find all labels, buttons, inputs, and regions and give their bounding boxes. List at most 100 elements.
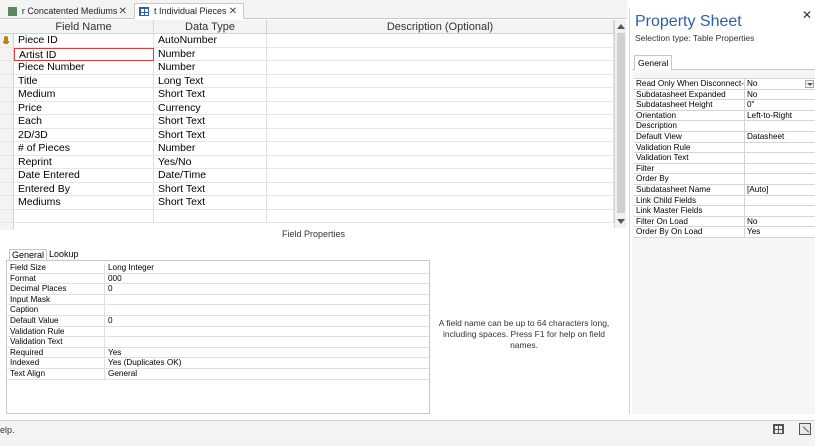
property-value[interactable]: 000 xyxy=(105,274,427,285)
property-row[interactable]: Validation Rule xyxy=(634,142,815,154)
scroll-down-icon[interactable] xyxy=(617,219,625,224)
data-type-cell[interactable]: Number xyxy=(154,61,267,75)
property-value[interactable]: Datasheet xyxy=(745,132,815,143)
row-selector[interactable] xyxy=(0,102,14,116)
property-value[interactable]: No xyxy=(745,217,815,228)
field-name-cell[interactable]: Mediums xyxy=(14,196,154,210)
field-name-cell[interactable] xyxy=(14,209,154,223)
field-property-row[interactable]: Decimal Places 0 xyxy=(7,284,429,295)
data-type-cell[interactable]: Short Text xyxy=(154,182,267,196)
property-row[interactable]: Default View Datasheet xyxy=(634,131,815,143)
field-property-row[interactable]: Validation Rule xyxy=(7,326,429,338)
property-row[interactable]: Description xyxy=(634,121,815,132)
data-type-cell[interactable]: Short Text xyxy=(154,88,267,102)
table-row[interactable]: Title Long Text xyxy=(0,74,614,89)
property-value[interactable] xyxy=(745,196,815,207)
property-value[interactable] xyxy=(745,153,815,164)
field-property-row[interactable]: Validation Text xyxy=(7,337,429,348)
field-property-row[interactable]: Caption xyxy=(7,305,429,316)
table-row[interactable]: Date Entered Date/Time xyxy=(0,169,614,183)
data-type-cell[interactable]: Short Text xyxy=(154,196,267,210)
field-name-cell[interactable]: # of Pieces xyxy=(14,142,154,156)
data-type-cell[interactable]: Short Text xyxy=(154,115,267,129)
description-cell[interactable] xyxy=(267,47,614,61)
table-row[interactable]: Piece Number Number xyxy=(0,61,614,75)
property-value[interactable] xyxy=(745,121,815,132)
row-selector[interactable] xyxy=(0,183,14,197)
field-property-row[interactable]: Required Yes xyxy=(7,347,429,359)
row-selector[interactable] xyxy=(0,75,14,89)
description-cell[interactable] xyxy=(267,74,614,88)
description-cell[interactable] xyxy=(267,101,614,115)
data-type-cell[interactable]: AutoNumber xyxy=(154,34,267,48)
field-name-cell[interactable]: Each xyxy=(14,115,154,129)
description-cell[interactable] xyxy=(267,196,614,210)
chevron-down-icon[interactable] xyxy=(805,80,814,88)
data-type-cell[interactable]: Long Text xyxy=(154,74,267,88)
field-name-cell[interactable]: Date Entered xyxy=(14,169,154,183)
table-row[interactable]: # of Pieces Number xyxy=(0,142,614,156)
description-cell[interactable] xyxy=(267,88,614,102)
property-row[interactable]: Link Child Fields xyxy=(634,195,815,207)
field-name-cell[interactable]: Entered By xyxy=(14,182,154,196)
row-selector[interactable] xyxy=(0,48,14,62)
property-row[interactable]: Read Only When Disconnect- No xyxy=(634,79,815,90)
property-row[interactable]: Validation Text xyxy=(634,153,815,164)
property-value[interactable]: Left-to-Right xyxy=(745,111,815,122)
tab-concatented-mediums[interactable]: r Concatented Mediums ✕ xyxy=(4,3,132,19)
property-row[interactable]: Filter xyxy=(634,163,815,175)
property-row[interactable]: Filter On Load No xyxy=(634,216,815,228)
description-cell[interactable] xyxy=(267,61,614,75)
field-property-row[interactable]: Input Mask xyxy=(7,294,429,306)
property-value[interactable]: General xyxy=(105,369,427,380)
scroll-up-icon[interactable] xyxy=(617,24,625,29)
property-value[interactable] xyxy=(105,337,427,348)
property-value[interactable] xyxy=(105,295,427,306)
table-row[interactable]: Artist ID Number xyxy=(0,47,614,62)
row-selector[interactable] xyxy=(0,88,14,102)
property-row[interactable]: Subdatasheet Expanded No xyxy=(634,89,815,101)
row-selector[interactable] xyxy=(0,156,14,170)
row-selector[interactable] xyxy=(0,115,14,129)
grid-scrollbar[interactable] xyxy=(614,20,626,228)
description-cell[interactable] xyxy=(267,169,614,183)
field-name-cell[interactable]: Piece ID xyxy=(14,34,154,48)
scroll-thumb[interactable] xyxy=(617,33,625,213)
tab-general[interactable]: General xyxy=(634,55,673,71)
close-icon[interactable]: ✕ xyxy=(227,6,239,17)
data-type-cell[interactable]: Yes/No xyxy=(154,155,267,169)
property-value[interactable]: Yes xyxy=(745,227,815,238)
description-cell[interactable] xyxy=(267,115,614,129)
property-value[interactable] xyxy=(745,174,815,185)
property-value[interactable]: 0 xyxy=(105,284,427,295)
table-row[interactable] xyxy=(0,209,614,224)
field-property-row[interactable]: Format 000 xyxy=(7,273,429,285)
property-row[interactable]: Orientation Left-to-Right xyxy=(634,110,815,122)
property-row[interactable]: Order By xyxy=(634,174,815,185)
table-row[interactable]: Price Currency xyxy=(0,101,614,116)
property-value[interactable]: No xyxy=(745,90,815,101)
property-row[interactable]: Subdatasheet Height 0" xyxy=(634,100,815,111)
property-value[interactable] xyxy=(745,206,815,217)
property-value[interactable]: Long Integer xyxy=(105,263,427,274)
table-row[interactable]: Reprint Yes/No xyxy=(0,155,614,170)
tab-individual-pieces[interactable]: t Individual Pieces ✕ xyxy=(134,3,244,19)
property-value[interactable] xyxy=(745,143,815,154)
data-type-cell[interactable]: Number xyxy=(154,47,267,61)
property-row[interactable]: Subdatasheet Name [Auto] xyxy=(634,184,815,196)
field-name-cell[interactable]: Piece Number xyxy=(14,61,154,75)
field-property-row[interactable]: Text Align General xyxy=(7,368,429,380)
property-value[interactable] xyxy=(105,327,427,338)
design-view-icon[interactable] xyxy=(799,423,811,435)
close-icon[interactable]: ✕ xyxy=(117,6,128,17)
row-selector[interactable] xyxy=(0,210,14,224)
field-name-cell[interactable]: Reprint xyxy=(14,155,154,169)
description-cell[interactable] xyxy=(267,142,614,156)
field-name-cell[interactable]: Medium xyxy=(14,88,154,102)
table-row[interactable]: Medium Short Text xyxy=(0,88,614,102)
description-cell[interactable] xyxy=(267,182,614,196)
table-row[interactable]: Mediums Short Text xyxy=(0,196,614,210)
table-row[interactable]: Piece ID AutoNumber xyxy=(0,34,614,48)
property-row[interactable]: Order By On Load Yes xyxy=(634,227,815,238)
table-row[interactable]: 2D/3D Short Text xyxy=(0,128,614,142)
